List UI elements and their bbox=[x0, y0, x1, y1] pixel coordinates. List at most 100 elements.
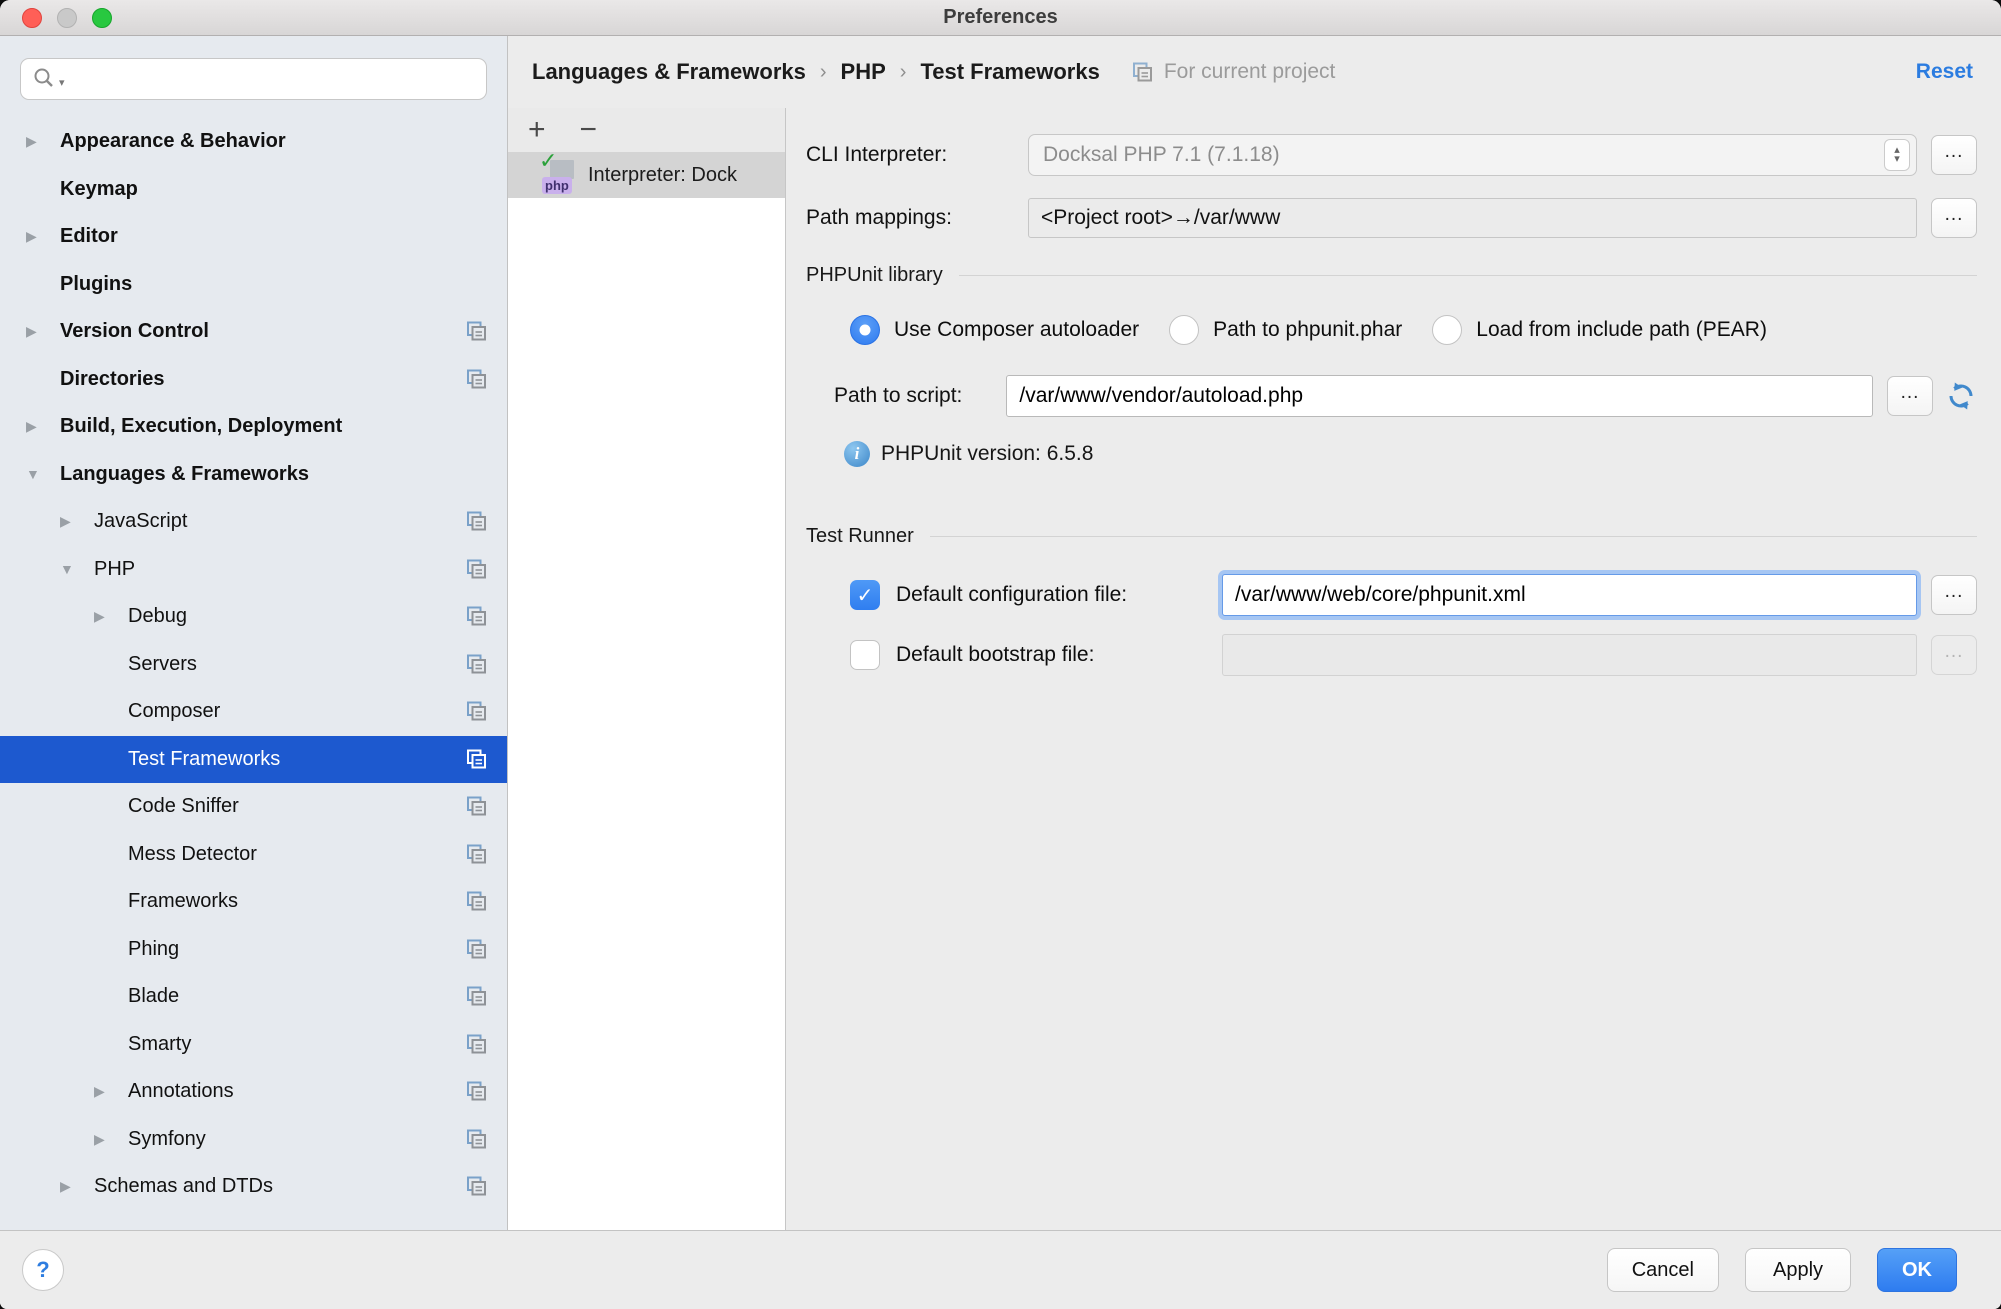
traffic-lights bbox=[22, 0, 112, 35]
sidebar-item-schemas-and-dtds[interactable]: ▶Schemas and DTDs bbox=[0, 1163, 507, 1211]
sidebar-item-label: Composer bbox=[128, 700, 220, 723]
sidebar-item-plugins[interactable]: Plugins bbox=[0, 261, 507, 309]
project-settings-icon bbox=[464, 984, 489, 1009]
chevron-down-icon[interactable]: ▼ bbox=[60, 561, 94, 577]
sidebar-item-label: Keymap bbox=[60, 178, 138, 201]
close-button[interactable] bbox=[22, 8, 42, 28]
sidebar-item-label: Code Sniffer bbox=[128, 795, 239, 818]
default-bootstrap-input[interactable] bbox=[1222, 634, 1917, 676]
sidebar-item-label: Plugins bbox=[60, 273, 132, 296]
project-settings-icon bbox=[464, 1032, 489, 1057]
sidebar-item-directories[interactable]: Directories bbox=[0, 356, 507, 404]
interpreter-list-panel: + − php Interpreter: Dock bbox=[508, 108, 786, 1230]
project-settings-icon bbox=[464, 1079, 489, 1104]
sidebar-item-phing[interactable]: Phing bbox=[0, 926, 507, 974]
chevron-down-icon[interactable]: ▼ bbox=[26, 466, 60, 482]
section-divider bbox=[930, 536, 1977, 537]
sidebar-item-symfony[interactable]: ▶Symfony bbox=[0, 1116, 507, 1164]
project-settings-icon bbox=[464, 794, 489, 819]
cli-interpreter-browse-button[interactable]: ... bbox=[1931, 135, 1977, 175]
sidebar-item-editor[interactable]: ▶Editor bbox=[0, 213, 507, 261]
radio-label-use-composer-autoloader: Use Composer autoloader bbox=[894, 318, 1139, 342]
phpunit-version-row: i PHPUnit version: 6.5.8 bbox=[844, 441, 1977, 467]
sidebar-item-label: Debug bbox=[128, 605, 187, 628]
stepper-icon[interactable]: ▴▾ bbox=[1884, 139, 1910, 171]
sidebar-item-build-execution-deployment[interactable]: ▶Build, Execution, Deployment bbox=[0, 403, 507, 451]
sidebar-item-label: Annotations bbox=[128, 1080, 234, 1103]
radio-use-composer-autoloader[interactable] bbox=[850, 315, 880, 345]
radio-load-from-include-path-pear[interactable] bbox=[1432, 315, 1462, 345]
breadcrumb-test-frameworks[interactable]: Test Frameworks bbox=[920, 59, 1099, 85]
radio-path-to-phpunit-phar[interactable] bbox=[1169, 315, 1199, 345]
breadcrumb-languages-frameworks[interactable]: Languages & Frameworks bbox=[532, 59, 806, 85]
sidebar-item-appearance-behavior[interactable]: ▶Appearance & Behavior bbox=[0, 118, 507, 166]
path-to-script-browse-button[interactable]: ... bbox=[1887, 376, 1933, 416]
cli-interpreter-select[interactable]: Docksal PHP 7.1 (7.1.18) ▴▾ bbox=[1028, 134, 1917, 176]
scope-note-label: For current project bbox=[1164, 60, 1336, 84]
sidebar-item-frameworks[interactable]: Frameworks bbox=[0, 878, 507, 926]
titlebar: Preferences bbox=[0, 0, 2001, 36]
sidebar-item-mess-detector[interactable]: Mess Detector bbox=[0, 831, 507, 879]
sidebar-item-languages-frameworks[interactable]: ▼Languages & Frameworks bbox=[0, 451, 507, 499]
info-icon: i bbox=[844, 441, 870, 467]
chevron-right-icon[interactable]: ▶ bbox=[26, 418, 60, 435]
sidebar-item-servers[interactable]: Servers bbox=[0, 641, 507, 689]
default-config-input[interactable] bbox=[1222, 574, 1917, 616]
chevron-right-icon[interactable]: ▶ bbox=[26, 133, 60, 150]
sidebar-item-debug[interactable]: ▶Debug bbox=[0, 593, 507, 641]
chevron-right-icon[interactable]: ▶ bbox=[26, 323, 60, 340]
settings-sidebar: ▾ ▶Appearance & Behavior Keymap ▶Editor Plu… bbox=[0, 36, 508, 1230]
phpunit-library-section-title: PHPUnit library bbox=[806, 264, 943, 287]
remove-interpreter-button[interactable]: − bbox=[580, 115, 598, 145]
search-input[interactable] bbox=[20, 58, 487, 100]
interpreter-list-item[interactable]: php Interpreter: Dock bbox=[508, 152, 785, 198]
sidebar-item-php[interactable]: ▼PHP bbox=[0, 546, 507, 594]
search-history-caret-icon[interactable]: ▾ bbox=[59, 76, 65, 89]
sidebar-item-blade[interactable]: Blade bbox=[0, 973, 507, 1021]
test-runner-section: Test Runner bbox=[806, 525, 1977, 548]
chevron-right-icon[interactable]: ▶ bbox=[60, 513, 94, 530]
help-button[interactable]: ? bbox=[22, 1249, 64, 1291]
zoom-button[interactable] bbox=[92, 8, 112, 28]
cli-interpreter-value: Docksal PHP 7.1 (7.1.18) bbox=[1043, 143, 1884, 167]
sidebar-item-test-frameworks[interactable]: Test Frameworks bbox=[0, 736, 507, 784]
sidebar-item-code-sniffer[interactable]: Code Sniffer bbox=[0, 783, 507, 831]
cancel-button[interactable]: Cancel bbox=[1607, 1248, 1719, 1292]
default-bootstrap-browse-button[interactable]: ... bbox=[1931, 635, 1977, 675]
ok-button[interactable]: OK bbox=[1877, 1248, 1957, 1292]
path-mappings-browse-button[interactable]: ... bbox=[1931, 198, 1977, 238]
chevron-right-icon[interactable]: ▶ bbox=[26, 228, 60, 245]
sidebar-item-version-control[interactable]: ▶Version Control bbox=[0, 308, 507, 356]
breadcrumb-separator: › bbox=[820, 61, 827, 84]
sidebar-item-label: JavaScript bbox=[94, 510, 187, 533]
path-mappings-field[interactable]: <Project root>→/var/www bbox=[1028, 198, 1917, 238]
interpreter-item-label: Interpreter: Dock bbox=[588, 164, 737, 187]
sidebar-item-label: PHP bbox=[94, 558, 135, 581]
chevron-right-icon[interactable]: ▶ bbox=[60, 1178, 94, 1195]
refresh-icon[interactable] bbox=[1945, 380, 1977, 412]
apply-button[interactable]: Apply bbox=[1745, 1248, 1851, 1292]
sidebar-item-javascript[interactable]: ▶JavaScript bbox=[0, 498, 507, 546]
breadcrumb-php[interactable]: PHP bbox=[841, 59, 886, 85]
project-scope-icon bbox=[1130, 60, 1155, 85]
project-settings-icon bbox=[464, 367, 489, 392]
reset-link[interactable]: Reset bbox=[1916, 60, 1973, 84]
add-interpreter-button[interactable]: + bbox=[528, 115, 546, 145]
chevron-right-icon[interactable]: ▶ bbox=[94, 1131, 128, 1148]
sidebar-item-label: Mess Detector bbox=[128, 843, 257, 866]
chevron-right-icon[interactable]: ▶ bbox=[94, 1083, 128, 1100]
sidebar-item-annotations[interactable]: ▶Annotations bbox=[0, 1068, 507, 1116]
default-config-checkbox[interactable] bbox=[850, 580, 880, 610]
main-panel: Languages & Frameworks › PHP › Test Fram… bbox=[508, 36, 2001, 1230]
sidebar-item-composer[interactable]: Composer bbox=[0, 688, 507, 736]
chevron-right-icon[interactable]: ▶ bbox=[94, 608, 128, 625]
sidebar-item-label: Servers bbox=[128, 653, 197, 676]
default-config-browse-button[interactable]: ... bbox=[1931, 575, 1977, 615]
sidebar-item-keymap[interactable]: Keymap bbox=[0, 166, 507, 214]
sidebar-item-smarty[interactable]: Smarty bbox=[0, 1021, 507, 1069]
sidebar-item-label: Languages & Frameworks bbox=[60, 463, 309, 486]
search-field-wrap: ▾ bbox=[20, 58, 487, 100]
path-to-script-input[interactable] bbox=[1006, 375, 1873, 417]
minimize-button bbox=[57, 8, 77, 28]
default-bootstrap-checkbox[interactable] bbox=[850, 640, 880, 670]
